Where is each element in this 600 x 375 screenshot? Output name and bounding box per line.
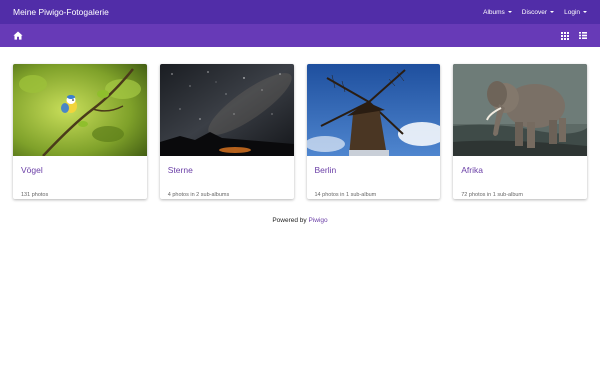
album-photo-count: 14 photos in 1 sub-album (314, 192, 377, 198)
discover-menu[interactable]: Discover (521, 8, 555, 16)
album-title[interactable]: Vögel (21, 165, 139, 175)
album-thumbnail-elephant[interactable] (453, 64, 587, 156)
albums-menu[interactable]: Albums (483, 9, 512, 16)
nav-menu: Albums Discover Login (483, 9, 587, 16)
list-view-icon[interactable] (579, 32, 587, 39)
album-photo-count: 4 photos in 2 sub-albums (167, 192, 230, 198)
chevron-down-icon (583, 11, 587, 13)
album-card-afrika[interactable]: Afrika 72 photos in 1 sub-album (453, 64, 587, 199)
piwigo-link[interactable]: Piwigo (308, 217, 327, 224)
top-navbar: Meine Piwigo-Fotogalerie Albums Discover… (0, 0, 600, 24)
grid-view-icon[interactable] (561, 31, 569, 40)
discover-menu-label: Discover (521, 8, 548, 16)
login-menu-label: Login (564, 8, 580, 16)
breadcrumb-bar (0, 24, 600, 47)
album-card-voegel[interactable]: Vögel 131 photos (13, 64, 147, 199)
login-menu[interactable]: Login (564, 9, 587, 16)
album-thumbnail-windmill[interactable] (306, 64, 441, 156)
album-card-sterne[interactable]: Sterne 4 photos in 2 sub-albums (159, 64, 294, 199)
album-card-berlin[interactable]: Berlin 14 photos in 1 sub-album (306, 64, 441, 199)
home-icon[interactable] (13, 31, 23, 40)
album-photo-count: 72 photos in 1 sub-album (461, 192, 524, 198)
album-title[interactable]: Berlin (315, 165, 433, 175)
album-title[interactable]: Afrika (461, 165, 579, 175)
albums-menu-label: Albums (483, 8, 505, 16)
chevron-down-icon (507, 11, 512, 13)
album-thumbnail-stars[interactable] (159, 64, 294, 156)
chevron-down-icon (550, 11, 555, 13)
view-toggle (561, 31, 587, 40)
album-photo-count: 131 photos (21, 192, 49, 198)
gallery-title[interactable]: Meine Piwigo-Fotogalerie (13, 7, 109, 17)
footer-prefix: Powered by (272, 217, 307, 224)
album-thumbnail-bird[interactable] (13, 64, 147, 156)
footer: Powered by Piwigo (0, 217, 600, 224)
album-title[interactable]: Sterne (168, 165, 286, 175)
album-grid: Vögel 131 photos Sterne 4 photos in 2 su… (0, 47, 600, 199)
